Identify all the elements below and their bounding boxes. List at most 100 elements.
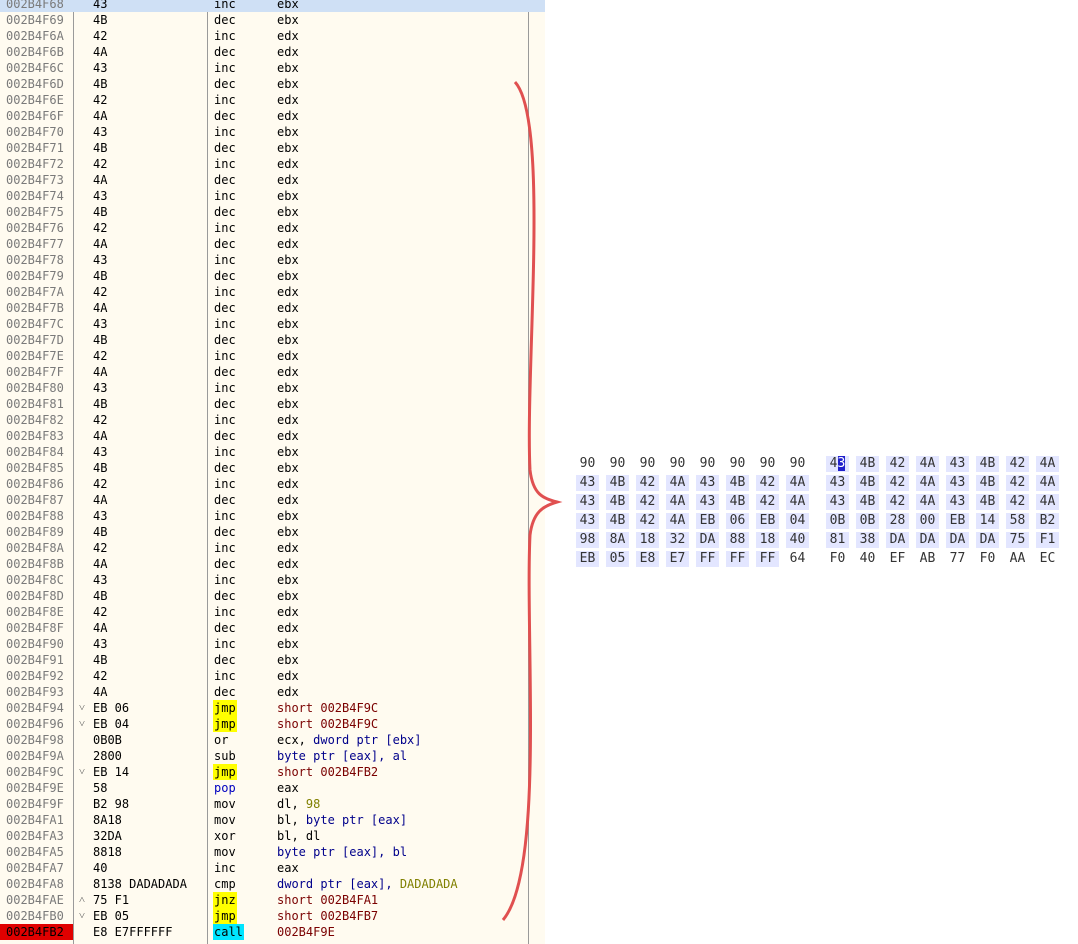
instruction-operands: ebx [277, 60, 299, 76]
instruction-operands: edx [277, 684, 299, 700]
disassembly-row[interactable]: 002B4F8D 4B dec ebx [0, 588, 545, 604]
hex-byte: 4B [976, 475, 999, 491]
disassembly-row[interactable]: 002B4F7F 4A dec edx [0, 364, 545, 380]
disassembly-row[interactable]: 002B4F68 43 inc ebx [0, 0, 545, 12]
hex-dump-row: 98 8A 18 32 DA 88 18 40 81 38 DA DA DA DA 75 F1 [576, 532, 1059, 548]
disassembly-row[interactable]: 002B4F85 4B dec ebx [0, 460, 545, 476]
hex-byte: 42 [636, 475, 659, 491]
hex-byte: 43 [826, 456, 849, 472]
disassembly-row[interactable]: 002B4F6E 42 inc edx [0, 92, 545, 108]
disassembly-row[interactable]: 002B4F86 42 inc edx [0, 476, 545, 492]
instruction-bytes: 43 [93, 509, 108, 523]
disassembly-row[interactable]: 002B4FB0 ˅ EB 05 jmp short 002B4FB7 [0, 908, 545, 924]
disassembly-row[interactable]: 002B4F71 4B dec ebx [0, 140, 545, 156]
disassembly-row[interactable]: 002B4FA1 8A18 mov bl, byte ptr [eax] [0, 812, 545, 828]
operand-token: ebx [277, 653, 299, 667]
disassembly-row[interactable]: 002B4F7A 42 inc edx [0, 284, 545, 300]
instruction-mnemonic: dec [214, 365, 236, 379]
instruction-bytes: 42 [93, 349, 108, 363]
disassembly-row[interactable]: 002B4F8E 42 inc edx [0, 604, 545, 620]
hex-byte: B2 [1036, 513, 1059, 529]
disassembly-row[interactable]: 002B4F94 ˅ EB 06 jmp short 002B4F9C [0, 700, 545, 716]
disassembly-row[interactable]: 002B4F8C 43 inc ebx [0, 572, 545, 588]
disassembly-row[interactable]: 002B4F6B 4A dec edx [0, 44, 545, 60]
disassembly-row[interactable]: 002B4F7E 42 inc edx [0, 348, 545, 364]
disassembly-row[interactable]: 002B4F75 4B dec ebx [0, 204, 545, 220]
disassembly-row[interactable]: 002B4F77 4A dec edx [0, 236, 545, 252]
disassembly-row[interactable]: 002B4F6F 4A dec edx [0, 108, 545, 124]
disassembly-row[interactable]: 002B4F7B 4A dec edx [0, 300, 545, 316]
disassembly-row[interactable]: 002B4F9C ˅ EB 14 jmp short 002B4FB2 [0, 764, 545, 780]
disassembly-row[interactable]: 002B4F7C 43 inc ebx [0, 316, 545, 332]
disassembly-row[interactable]: 002B4FA8 8138 DADADADA cmp dword ptr [eax],… [0, 876, 545, 892]
operand-token: byte ptr [eax] [305, 813, 408, 827]
disassembly-row[interactable]: 002B4FA5 8818 mov byte ptr [eax], bl [0, 844, 545, 860]
hex-byte: 43 [826, 475, 849, 491]
disassembly-row[interactable]: 002B4F9A 2800 sub byte ptr [eax], al [0, 748, 545, 764]
disassembly-row[interactable]: 002B4F74 43 inc ebx [0, 188, 545, 204]
instruction-operands: edx [277, 364, 299, 380]
disassembly-row[interactable]: 002B4F87 4A dec edx [0, 492, 545, 508]
hex-byte: 42 [1006, 494, 1029, 510]
disassembly-row[interactable]: 002B4F69 4B dec ebx [0, 12, 545, 28]
disassembly-row[interactable]: 002B4F6A 42 inc edx [0, 28, 545, 44]
disassembly-row[interactable]: 002B4FB2 E8 E7FFFFFF call 002B4F9E [0, 924, 545, 940]
disassembly-row[interactable]: 002B4F92 42 inc edx [0, 668, 545, 684]
disassembly-row[interactable]: 002B4F8A 42 inc edx [0, 540, 545, 556]
instruction-operands: edx [277, 348, 299, 364]
disassembly-row[interactable]: 002B4F6C 43 inc ebx [0, 60, 545, 76]
disassembly-row[interactable]: 002B4F82 42 inc edx [0, 412, 545, 428]
hex-byte: 43 [946, 456, 969, 472]
instruction-operands: ebx [277, 140, 299, 156]
instruction-mnemonic: inc [214, 605, 236, 619]
operand-token: edx [277, 493, 299, 507]
disassembly-row[interactable]: 002B4FAE ˄ 75 F1 jnz short 002B4FA1 [0, 892, 545, 908]
instruction-mnemonic: inc [214, 349, 236, 363]
instruction-operands: ebx [277, 588, 299, 604]
hex-byte: 90 [639, 456, 656, 471]
hex-byte: 58 [1006, 513, 1029, 529]
disassembly-row[interactable]: 002B4F90 43 inc ebx [0, 636, 545, 652]
operand-token: ebx [277, 589, 299, 603]
hex-byte: 4A [916, 475, 939, 491]
instruction-bytes: 4A [93, 173, 108, 187]
disassembly-row[interactable]: 002B4FA7 40 inc eax [0, 860, 545, 876]
disassembly-row[interactable]: 002B4F76 42 inc edx [0, 220, 545, 236]
disassembly-row[interactable]: 002B4F84 43 inc ebx [0, 444, 545, 460]
disassembly-row[interactable]: 002B4F72 42 inc edx [0, 156, 545, 172]
disassembly-row[interactable]: 002B4F89 4B dec ebx [0, 524, 545, 540]
disassembly-row[interactable]: 002B4F7D 4B dec ebx [0, 332, 545, 348]
operand-token: edx [277, 29, 299, 43]
instruction-bytes: E8 E7FFFFFF [93, 925, 173, 939]
instruction-address: 002B4F74 [6, 189, 64, 203]
instruction-bytes: 43 [93, 317, 108, 331]
disassembly-row[interactable]: 002B4F73 4A dec edx [0, 172, 545, 188]
operand-token: edx [277, 109, 299, 123]
disassembly-row[interactable]: 002B4F80 43 inc ebx [0, 380, 545, 396]
disassembly-row[interactable]: 002B4F79 4B dec ebx [0, 268, 545, 284]
disassembly-row[interactable]: 002B4F9E 58 pop eax [0, 780, 545, 796]
instruction-mnemonic: inc [214, 157, 236, 171]
disassembly-row[interactable]: 002B4F78 43 inc ebx [0, 252, 545, 268]
instruction-operands: dword ptr [eax], DADADADA [277, 876, 458, 892]
disassembly-row[interactable]: 002B4F93 4A dec edx [0, 684, 545, 700]
disassembly-row[interactable]: 002B4F9F B2 98 mov dl, 98 [0, 796, 545, 812]
instruction-address: 002B4F71 [6, 141, 64, 155]
disassembly-row[interactable]: 002B4F88 43 inc ebx [0, 508, 545, 524]
disassembly-row[interactable]: 002B4F83 4A dec edx [0, 428, 545, 444]
disassembly-row[interactable]: 002B4F8F 4A dec edx [0, 620, 545, 636]
disassembly-row[interactable]: 002B4F98 0B0B or ecx, dword ptr [ebx] [0, 732, 545, 748]
instruction-bytes: 40 [93, 861, 108, 875]
disassembly-row[interactable]: 002B4F96 ˅ EB 04 jmp short 002B4F9C [0, 716, 545, 732]
disassembly-row[interactable]: 002B4F6D 4B dec ebx [0, 76, 545, 92]
operand-token: ebx [277, 637, 299, 651]
instruction-bytes: 43 [93, 61, 108, 75]
disassembly-row[interactable]: 002B4F91 4B dec ebx [0, 652, 545, 668]
disassembly-row[interactable]: 002B4F81 4B dec ebx [0, 396, 545, 412]
instruction-operands: ebx [277, 380, 299, 396]
disassembly-row[interactable]: 002B4F70 43 inc ebx [0, 124, 545, 140]
disassembly-view[interactable]: 002B4F68 43 inc ebx 002B4F69 4B dec ebx 002B4F6A… [0, 0, 545, 944]
disassembly-row[interactable]: 002B4F8B 4A dec edx [0, 556, 545, 572]
disassembly-row[interactable]: 002B4FA3 32DA xor bl, dl [0, 828, 545, 844]
operand-token: edx [277, 685, 299, 699]
